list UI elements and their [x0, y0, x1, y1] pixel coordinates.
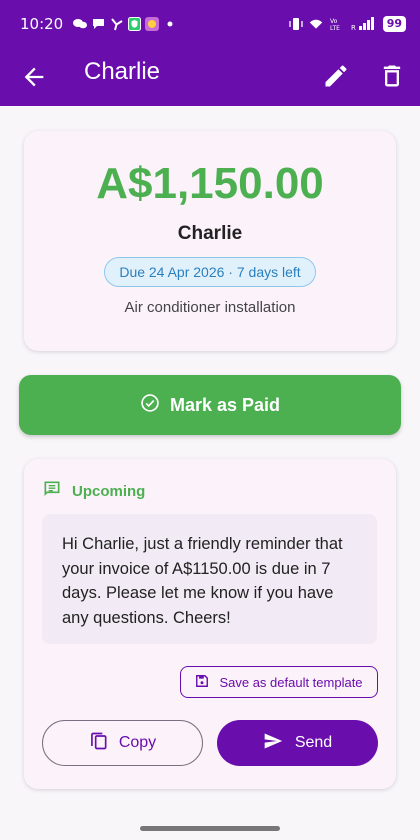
- due-date-badge: Due 24 Apr 2026 · 7 days left: [104, 257, 316, 287]
- status-time: 10:20: [20, 15, 64, 33]
- dot-icon: [163, 17, 177, 31]
- send-button[interactable]: Send: [217, 720, 378, 766]
- svg-text:LTE: LTE: [330, 25, 340, 31]
- reminder-card: Upcoming Hi Charlie, just a friendly rem…: [24, 459, 396, 789]
- system-icons: Vo LTE R 99: [289, 16, 406, 32]
- signal-icon: R: [351, 17, 377, 31]
- shield-icon: [127, 17, 141, 31]
- copy-button[interactable]: Copy: [42, 720, 203, 766]
- client-name: Charlie: [177, 223, 243, 244]
- home-indicator[interactable]: [140, 826, 280, 831]
- invoice-amount: A$1,150.00: [96, 159, 324, 208]
- wifi-icon: [309, 17, 323, 31]
- check-circle-icon: [140, 393, 160, 418]
- reminder-status-label: Upcoming: [72, 482, 146, 500]
- page-title: Charlie: [84, 58, 161, 85]
- status-bar: 10:20 Vo LTE R 99: [0, 0, 420, 48]
- mark-as-paid-label: Mark as Paid: [169, 394, 281, 415]
- mark-as-paid-button[interactable]: Mark as Paid: [19, 375, 401, 435]
- wechat-icon: [73, 17, 88, 31]
- invoice-summary-card: A$1,150.00 Charlie Due 24 Apr 2026 · 7 d…: [24, 131, 396, 351]
- app-bar: Charlie: [0, 48, 420, 106]
- app-badge-icon: [145, 17, 160, 31]
- copy-icon: [89, 731, 109, 756]
- save-template-label: Save as default template: [219, 674, 363, 690]
- send-icon: [263, 731, 283, 756]
- invoice-description: Air conditioner installation: [124, 299, 296, 316]
- notification-icons: [73, 17, 177, 31]
- reminder-header: Upcoming: [42, 479, 145, 503]
- volte-icon: Vo LTE: [329, 17, 345, 31]
- reminder-message-text: Hi Charlie, just a friendly reminder tha…: [42, 514, 377, 644]
- pencil-icon[interactable]: [322, 62, 350, 90]
- chat-icon: [42, 479, 62, 503]
- arrow-left-icon[interactable]: [20, 63, 48, 91]
- copy-label: Copy: [118, 734, 157, 751]
- battery-indicator: 99: [382, 16, 406, 32]
- chat-bubble-icon: [91, 17, 105, 31]
- svg-text:Vo: Vo: [330, 18, 338, 25]
- fan-icon: [109, 17, 123, 31]
- svg-text:R: R: [351, 24, 356, 31]
- send-label: Send: [294, 734, 333, 751]
- floppy-disk-icon: [195, 674, 209, 691]
- trash-icon[interactable]: [378, 62, 406, 90]
- save-default-template-button[interactable]: Save as default template: [180, 666, 378, 698]
- vibrate-icon: [289, 17, 303, 31]
